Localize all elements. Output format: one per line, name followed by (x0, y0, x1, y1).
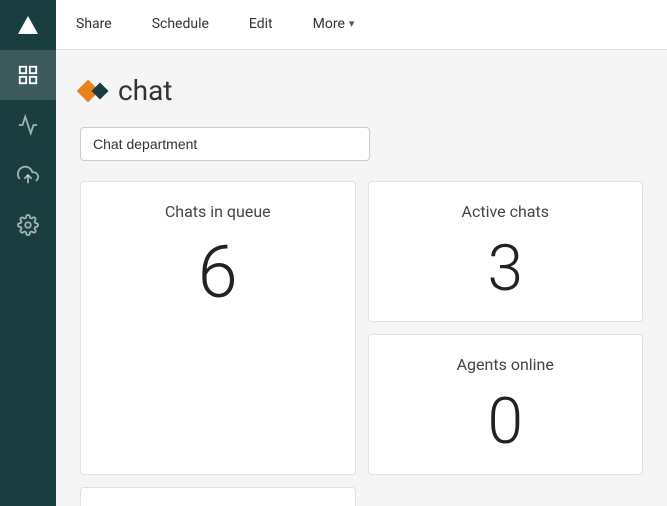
app-logo (80, 83, 106, 99)
app-header: chat (80, 74, 643, 107)
settings-icon (17, 214, 39, 236)
metrics-grid: Chats in queue 6 Active chats 3 Agents o… (80, 181, 643, 506)
logo-diamond-right-icon (92, 82, 109, 99)
sidebar-item-upload[interactable] (0, 150, 56, 200)
nav-more[interactable]: More ▾ (293, 0, 375, 49)
card-active-chats-value: 3 (488, 237, 524, 301)
card-chats-in-queue: Chats in queue 6 (80, 181, 356, 475)
card-agents-online-value: 0 (488, 390, 524, 454)
top-navigation: Share Schedule Edit More ▾ (56, 0, 667, 50)
chart-icon (17, 114, 39, 136)
main-area: Share Schedule Edit More ▾ chat Chats in… (56, 0, 667, 506)
department-filter-input[interactable] (80, 127, 370, 161)
nav-more-label: More (313, 16, 345, 32)
card-chats-per-hour: Chats per hour (8 hrs) (80, 487, 356, 506)
app-title: chat (118, 74, 172, 107)
nav-edit[interactable]: Edit (229, 0, 293, 49)
card-chats-in-queue-value: 6 (198, 237, 238, 309)
card-active-chats-title: Active chats (462, 202, 549, 221)
sidebar-item-settings[interactable] (0, 200, 56, 250)
card-active-chats: Active chats 3 (368, 181, 644, 322)
content-area: chat Chats in queue 6 Active chats 3 Age… (56, 50, 667, 506)
chevron-down-icon: ▾ (349, 17, 355, 30)
sidebar-logo[interactable] (0, 0, 56, 50)
sidebar (0, 0, 56, 506)
logo-icon (18, 16, 38, 34)
card-chats-in-queue-title: Chats in queue (165, 202, 271, 221)
nav-schedule[interactable]: Schedule (132, 0, 229, 49)
upload-icon (17, 164, 39, 186)
card-agents-online: Agents online 0 (368, 334, 644, 475)
grid-icon (17, 64, 39, 86)
sidebar-item-dashboard[interactable] (0, 50, 56, 100)
nav-share[interactable]: Share (56, 0, 132, 49)
sidebar-item-analytics[interactable] (0, 100, 56, 150)
card-agents-online-title: Agents online (457, 355, 554, 374)
